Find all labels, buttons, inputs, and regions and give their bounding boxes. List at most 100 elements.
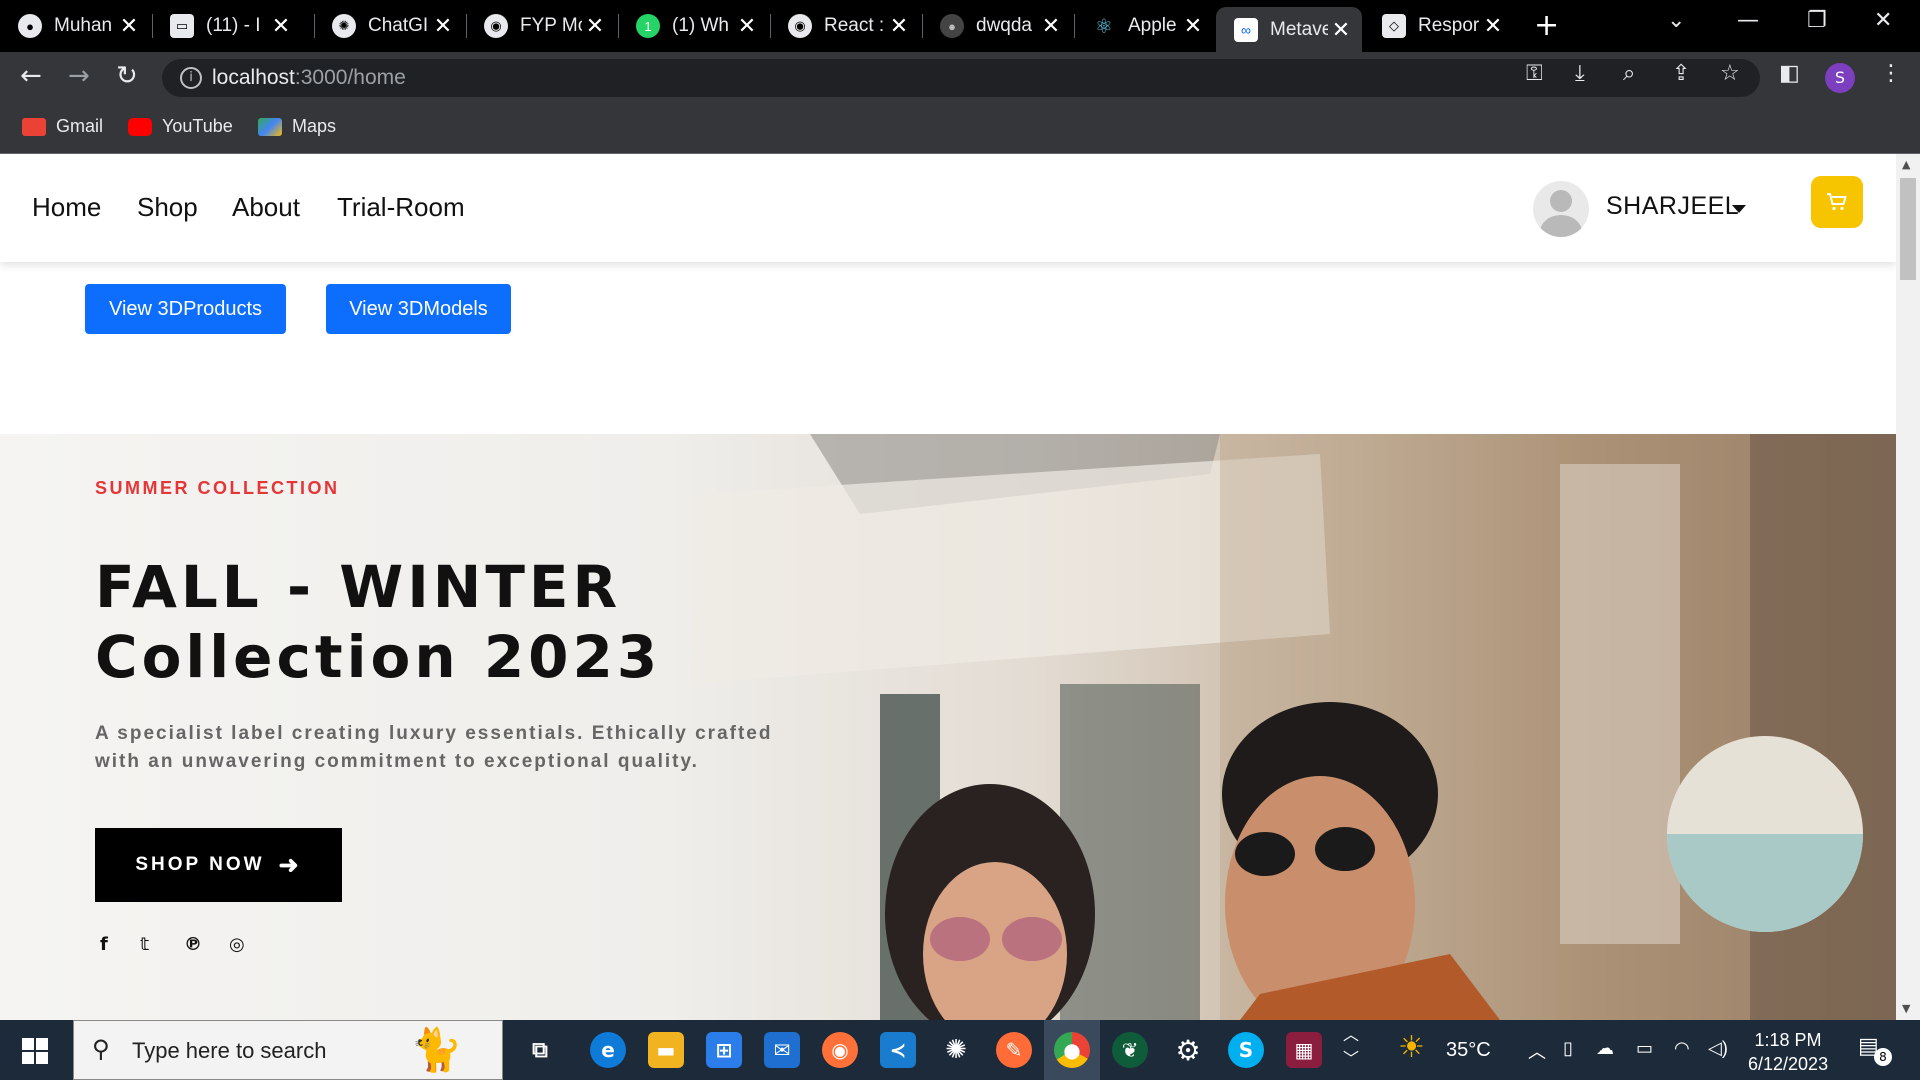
battery-icon[interactable]: ▭	[1636, 1038, 1653, 1059]
skype-icon[interactable]: S	[1228, 1032, 1264, 1068]
chrome-icon[interactable]: ●	[1054, 1032, 1090, 1068]
site-info-icon[interactable]: i	[180, 67, 202, 89]
maps-icon	[258, 117, 282, 136]
globe-icon: ◉	[484, 14, 508, 38]
close-tab-icon[interactable]: ✕	[734, 13, 760, 39]
weather-temperature[interactable]: 35°C	[1446, 1039, 1491, 1062]
weather-sun-icon[interactable]: ☀	[1398, 1030, 1425, 1065]
tab-10[interactable]: ◇ Respor ✕	[1364, 7, 1514, 45]
close-window-icon[interactable]: ✕	[1874, 8, 1892, 33]
file-explorer-icon[interactable]: ▬	[648, 1032, 684, 1068]
view-3d-products-button[interactable]: View 3DProducts	[85, 284, 286, 334]
chevron-down-icon[interactable]	[1732, 205, 1746, 213]
tab-7[interactable]: ● dwqda ✕	[922, 7, 1072, 45]
minimize-icon[interactable]: —	[1737, 8, 1759, 33]
nav-shop[interactable]: Shop	[137, 192, 198, 223]
close-tab-icon[interactable]: ✕	[268, 13, 294, 39]
task-view-icon[interactable]: ⧉	[522, 1032, 558, 1068]
close-tab-icon[interactable]: ✕	[582, 13, 608, 39]
postman-icon[interactable]: ✎	[996, 1032, 1032, 1068]
cart-button[interactable]	[1811, 176, 1863, 228]
nav-trial-room[interactable]: Trial-Room	[337, 192, 465, 223]
firefox-icon[interactable]: ◉	[822, 1032, 858, 1068]
tab-1[interactable]: ● Muhan ✕	[0, 7, 150, 45]
view-3d-models-button[interactable]: View 3DModels	[326, 284, 511, 334]
scroll-down-icon[interactable]: ▼	[1902, 1002, 1910, 1015]
share-icon[interactable]: ⇪	[1672, 61, 1690, 86]
store-icon[interactable]: ⊞	[706, 1032, 742, 1068]
key-icon[interactable]: ⚿	[1526, 61, 1543, 86]
nav-about[interactable]: About	[232, 192, 300, 223]
site-navbar: Home Shop About Trial-Room SHARJEEL	[0, 154, 1896, 262]
edge-icon[interactable]: e	[590, 1032, 626, 1068]
forward-icon[interactable]: →	[68, 61, 90, 91]
hero-banner: SUMMER COLLECTION FALL - WINTER Collecti…	[0, 434, 1896, 1020]
device-icon[interactable]: ▯	[1563, 1038, 1573, 1059]
settings-gear-icon[interactable]: ⚙	[1170, 1032, 1206, 1068]
winrar-icon[interactable]: ▦	[1286, 1032, 1322, 1068]
taskbar-scroll-icon[interactable]: ︿ ﹀	[1343, 1024, 1359, 1072]
close-tab-icon[interactable]: ✕	[1180, 13, 1206, 39]
close-tab-icon[interactable]: ✕	[1328, 17, 1354, 43]
nav-home[interactable]: Home	[32, 192, 101, 223]
username-dropdown[interactable]: SHARJEEL	[1606, 192, 1739, 221]
tab-title: (11) - I	[206, 15, 261, 36]
tab-2[interactable]: ▭ (11) - I ✕	[152, 7, 302, 45]
menu-icon[interactable]: ⋮	[1880, 61, 1902, 86]
tab-9-active[interactable]: ∞ Metave ✕	[1216, 7, 1362, 52]
bookmark-star-icon[interactable]: ☆	[1720, 61, 1740, 86]
volume-icon[interactable]: ◁)	[1708, 1038, 1728, 1059]
reload-icon[interactable]: ↻	[116, 61, 138, 91]
onedrive-icon[interactable]: ☁	[1596, 1038, 1614, 1059]
hero-headline: FALL - WINTER Collection 2023	[95, 553, 662, 691]
zoom-icon[interactable]: ⌕	[1623, 61, 1635, 86]
tab-3[interactable]: ✺ ChatGI ✕	[314, 7, 464, 45]
page-scrollbar[interactable]: ▲ ▼	[1896, 154, 1920, 1020]
meta-icon: ∞	[1234, 17, 1258, 42]
user-avatar[interactable]	[1533, 181, 1589, 237]
bookmark-maps[interactable]: Maps	[258, 116, 336, 137]
github-icon: ●	[940, 14, 964, 38]
address-bar[interactable]: i localhost:3000/home	[162, 59, 1760, 97]
install-icon[interactable]: ⤓	[1575, 61, 1585, 86]
tab-4[interactable]: ◉ FYP Mo ✕	[466, 7, 616, 45]
vscode-icon[interactable]: ≺	[880, 1032, 916, 1068]
chatgpt-icon[interactable]: ✺	[938, 1032, 974, 1068]
twitter-icon[interactable]: 𝕥	[140, 934, 149, 955]
scroll-up-icon[interactable]: ▲	[1902, 158, 1910, 171]
close-tab-icon[interactable]: ✕	[886, 13, 912, 39]
tab-title: ChatGI	[368, 15, 429, 36]
show-hidden-icons-icon[interactable]: ︿	[1528, 1038, 1546, 1064]
back-icon[interactable]: ←	[20, 61, 42, 91]
tab-5[interactable]: 1 (1) Wh ✕	[618, 7, 768, 45]
react-icon: ⚛	[1095, 15, 1113, 38]
shop-now-button[interactable]: SHOP NOW ➜	[95, 828, 342, 902]
instagram-icon[interactable]: ◎	[229, 934, 245, 955]
mongodb-icon[interactable]: ❦	[1112, 1032, 1148, 1068]
bookmark-gmail[interactable]: Gmail	[22, 116, 103, 137]
taskbar-search[interactable]: ⚲ Type here to search 🐈	[73, 1020, 503, 1080]
tab-6[interactable]: ◉ React : ✕	[770, 7, 920, 45]
system-clock[interactable]: 1:18 PM 6/12/2023	[1748, 1028, 1828, 1076]
close-tab-icon[interactable]: ✕	[116, 13, 142, 39]
new-tab-icon[interactable]: +	[1534, 8, 1559, 43]
facebook-icon[interactable]: f	[100, 934, 108, 955]
wifi-icon[interactable]: ◠	[1674, 1038, 1690, 1059]
mail-icon[interactable]: ✉	[764, 1032, 800, 1068]
tab-8[interactable]: ⚛ Apple ✕	[1074, 7, 1214, 45]
restore-icon[interactable]: ❐	[1807, 8, 1827, 33]
profile-avatar[interactable]: S	[1825, 63, 1855, 93]
codepen-icon: ◇	[1382, 14, 1406, 38]
notification-center-icon[interactable]: ▤ 8	[1858, 1034, 1892, 1066]
side-panel-icon[interactable]: ◧	[1779, 61, 1800, 86]
scroll-thumb[interactable]	[1900, 178, 1916, 280]
tab-strip: ● Muhan ✕ ▭ (11) - I ✕ ✺ ChatGI ✕ ◉ FYP …	[0, 0, 1920, 52]
tab-search-icon[interactable]: ⌄	[1667, 8, 1685, 33]
pinterest-icon[interactable]: ℗	[184, 934, 202, 955]
windows-start-icon[interactable]	[22, 1038, 48, 1064]
close-tab-icon[interactable]: ✕	[430, 13, 456, 39]
tab-title: Apple	[1128, 15, 1177, 36]
bookmark-youtube[interactable]: YouTube	[128, 116, 233, 137]
close-tab-icon[interactable]: ✕	[1038, 13, 1064, 39]
close-tab-icon[interactable]: ✕	[1480, 13, 1506, 39]
